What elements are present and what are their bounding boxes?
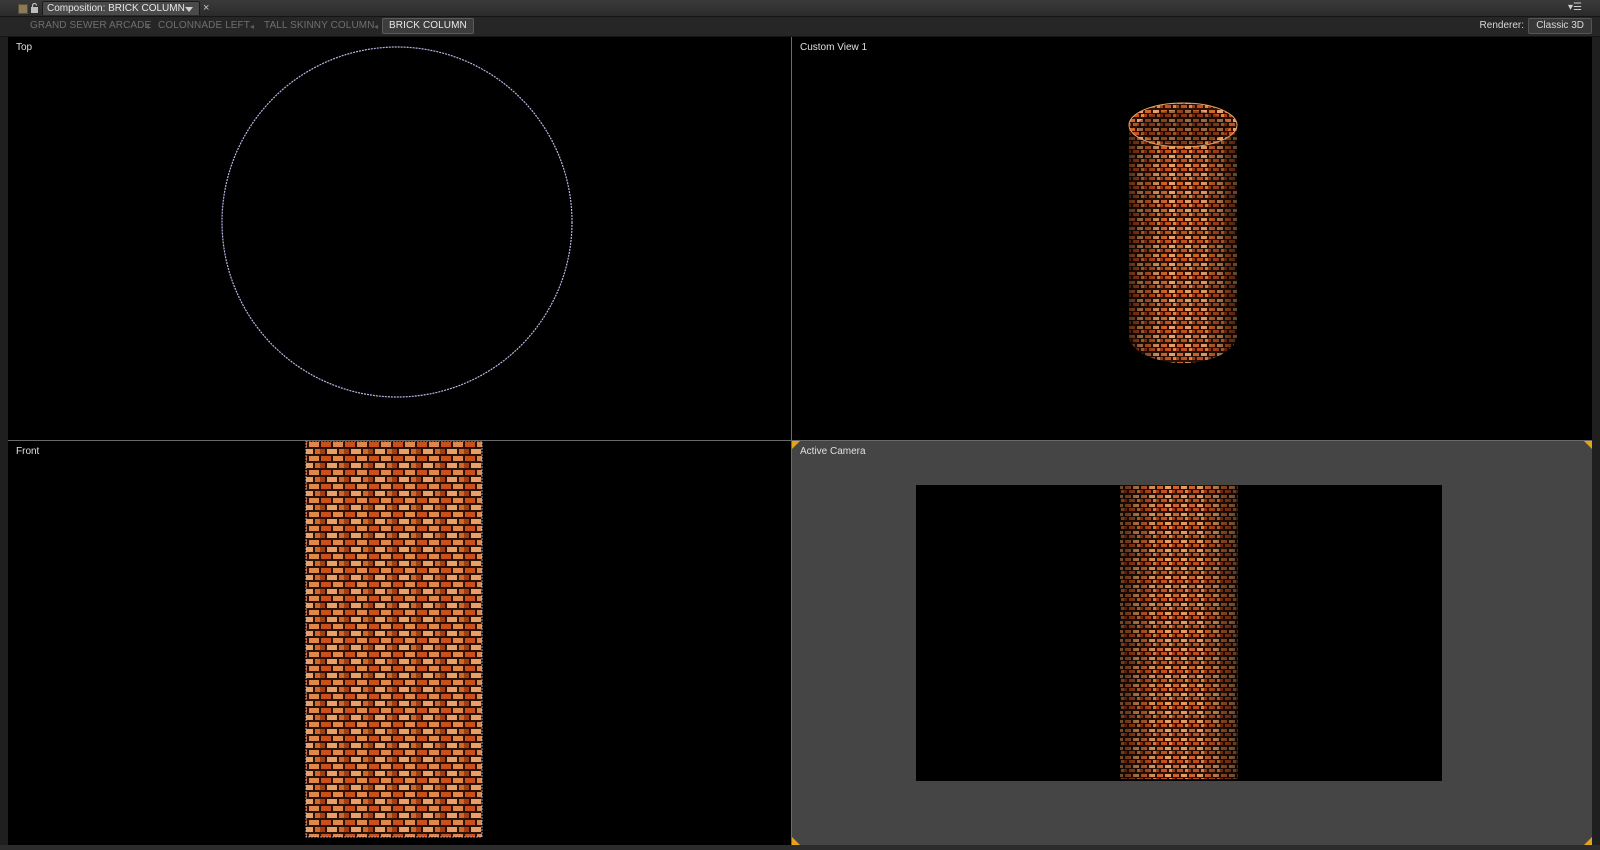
lock-icon[interactable] — [30, 3, 39, 13]
composition-tab[interactable]: Composition: BRICK COLUMN — [42, 1, 200, 15]
brick-cylinder-perspective — [1128, 102, 1238, 363]
viewport-active-camera[interactable]: Active Camera — [792, 441, 1592, 845]
active-view-corner-marker — [792, 441, 800, 449]
viewer-footer-strip — [0, 845, 1600, 850]
crumb-brick-column[interactable]: BRICK COLUMN — [382, 18, 474, 34]
crumb-colonnade-left[interactable]: COLONNADE LEFT — [158, 19, 250, 33]
panel-grip-icon[interactable] — [18, 4, 28, 14]
viewport-top[interactable]: Top — [8, 37, 791, 440]
active-view-corner-marker — [792, 837, 800, 845]
brick-cylinder-front — [1120, 485, 1238, 779]
composition-navigator: GRAND SEWER ARCADE ◂ COLONNADE LEFT ◂ TA… — [0, 17, 1600, 37]
layer-outline-circle — [221, 46, 573, 398]
active-view-corner-marker — [1584, 837, 1592, 845]
crumb-separator-icon: ◂ — [374, 22, 379, 31]
active-view-corner-marker — [1584, 441, 1592, 449]
crumb-tall-skinny-column[interactable]: TALL SKINNY COLUMN — [264, 19, 375, 33]
panel-menu-icon[interactable]: ▾☰ — [1568, 2, 1582, 13]
brick-layer-flat — [305, 441, 483, 838]
chevron-down-icon[interactable] — [185, 7, 193, 12]
composition-tab-label: Composition: BRICK COLUMN — [47, 3, 185, 14]
viewer-grid: Top Custom View 1 Front Active Camera — [8, 37, 1592, 845]
renderer-label: Renderer: — [1479, 20, 1524, 31]
close-icon[interactable]: × — [203, 1, 209, 15]
crumb-separator-icon: ◂ — [145, 22, 150, 31]
viewport-front[interactable]: Front — [8, 441, 791, 845]
composition-frame — [916, 485, 1442, 781]
viewport-label: Active Camera — [800, 446, 866, 457]
panel-tab-bar: Composition: BRICK COLUMN × ▾☰ — [0, 0, 1600, 17]
crumb-separator-icon: ◂ — [250, 22, 255, 31]
crumb-grand-sewer-arcade[interactable]: GRAND SEWER ARCADE — [30, 19, 151, 33]
viewport-custom-view[interactable]: Custom View 1 — [792, 37, 1592, 440]
renderer-button[interactable]: Classic 3D — [1528, 18, 1592, 34]
